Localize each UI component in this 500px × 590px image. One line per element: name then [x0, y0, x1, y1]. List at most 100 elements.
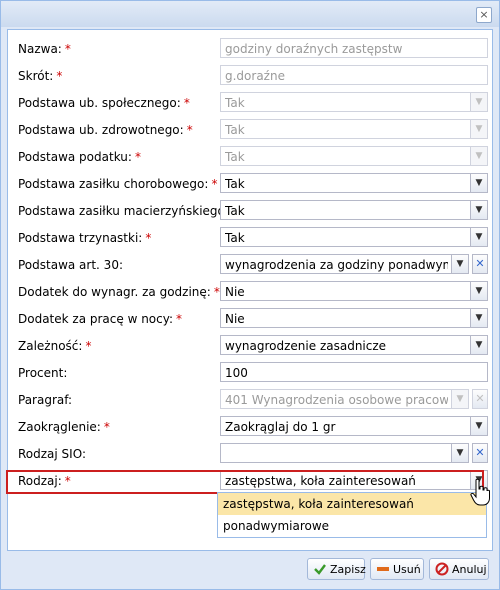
field-label-text: Dodatek do wynagr. za godzinę:	[18, 285, 211, 299]
combo-field[interactable]: Zaokrąglaj do 1 gr ▼	[220, 416, 488, 436]
field-label: Rodzaj SIO:	[18, 447, 86, 461]
combo-field: 401 Wynagrodzenia osobowe pracowników▼	[220, 389, 469, 409]
form-row: Podstawa zasiłku chorobowego: * Tak ▼	[12, 173, 488, 197]
field-label-text: Podstawa ub. zdrowotnego:	[18, 123, 184, 137]
required-asterisk: *	[186, 123, 193, 137]
field-label: Zaokrąglenie: *	[18, 420, 110, 434]
combo-field[interactable]: wynagrodzenia za godziny ponadwymiarowe▼	[220, 254, 469, 274]
field-label-text: Zależność:	[18, 339, 83, 353]
required-asterisk: *	[103, 420, 110, 434]
field-value: wynagrodzenia za godziny ponadwymiarowe	[225, 258, 448, 272]
dropdown-arrow-icon: ▼	[451, 390, 468, 408]
save-button-label: Zapisz	[330, 563, 366, 576]
combo-field: Tak ▼	[220, 92, 488, 112]
cancel-button-label: Anuluj	[452, 563, 487, 576]
field-label: Podstawa ub. społecznego: *	[18, 96, 190, 110]
required-asterisk: *	[211, 177, 218, 191]
form-row: Podstawa ub. społecznego: * Tak ▼	[12, 92, 488, 116]
form-row: Skrót: * g.doraźne	[12, 65, 488, 89]
field-label: Procent:	[18, 366, 67, 380]
dropdown-arrow-icon: ▼	[470, 147, 487, 165]
close-icon[interactable]: ×	[476, 7, 492, 23]
dropdown-arrow-icon[interactable]: ▼	[451, 255, 468, 273]
field-value: Zaokrąglaj do 1 gr	[225, 420, 336, 434]
dropdown-arrow-icon: ▼	[470, 93, 487, 111]
combo-field[interactable]: Nie ▼	[220, 308, 488, 328]
field-label: Skrót: *	[18, 69, 62, 83]
form-row: Nazwa: * godziny doraźnych zastępstw	[12, 38, 488, 62]
field-value: godziny doraźnych zastępstw	[225, 42, 403, 56]
field-label-text: Podstawa ub. społecznego:	[18, 96, 181, 110]
field-value: 100	[225, 366, 248, 380]
form-row: Zaokrąglenie: * Zaokrąglaj do 1 gr ▼	[12, 416, 488, 440]
rodzaj-dropdown-list[interactable]: zastępstwa, koła zainteresowań ponadwymi…	[217, 492, 487, 538]
dropdown-arrow-icon[interactable]: ▼	[470, 228, 487, 246]
dropdown-option[interactable]: ponadwymiarowe	[218, 515, 486, 537]
field-label-text: Dodatek za pracę w nocy:	[18, 312, 174, 326]
combo-field[interactable]: Tak ▼	[220, 173, 488, 193]
field-label: Podstawa ub. zdrowotnego: *	[18, 123, 193, 137]
field-label: Podstawa trzynastki: *	[18, 231, 151, 245]
required-asterisk: *	[85, 339, 92, 353]
field-label: Zależność: *	[18, 339, 91, 353]
dropdown-arrow-icon[interactable]: ▼	[470, 282, 487, 300]
dropdown-arrow-icon[interactable]: ▼	[470, 174, 487, 192]
form-row: Podstawa trzynastki: * Tak ▼	[12, 227, 488, 251]
field-value: Tak	[225, 204, 245, 218]
form-row: Podstawa zasiłku macierzyńskiego:*Tak ▼	[12, 200, 488, 224]
form-row: Procent: 100	[12, 362, 488, 386]
field-label: Podstawa art. 30:	[18, 258, 123, 272]
form-row: Zależność: * wynagrodzenie zasadnicze ▼	[12, 335, 488, 359]
dropdown-arrow-icon[interactable]: ▼	[470, 336, 487, 354]
combo-field[interactable]: ▼	[220, 443, 469, 463]
field-label: Nazwa: *	[18, 42, 71, 56]
combo-field[interactable]: wynagrodzenie zasadnicze ▼	[220, 335, 488, 355]
cancel-button[interactable]: Anuluj	[429, 558, 489, 580]
field-value: 401 Wynagrodzenia osobowe pracowników	[225, 393, 448, 407]
hand-cursor-icon	[470, 478, 490, 506]
required-asterisk: *	[213, 285, 220, 299]
form-row: Dodatek za pracę w nocy: * Nie ▼	[12, 308, 488, 332]
required-asterisk: *	[176, 312, 183, 326]
form-row: Podstawa art. 30: wynagrodzenia za godzin…	[12, 254, 488, 278]
dropdown-arrow-icon[interactable]: ▼	[470, 201, 487, 219]
field-value: Tak	[225, 231, 245, 245]
combo-field[interactable]: Tak ▼	[220, 227, 488, 247]
form-row: Podstawa ub. zdrowotnego: * Tak ▼	[12, 119, 488, 143]
field-value: g.doraźne	[225, 69, 285, 83]
combo-field: Tak ▼	[220, 119, 488, 139]
delete-button[interactable]: Usuń	[370, 558, 424, 580]
field-label-text: Zaokrąglenie:	[18, 420, 101, 434]
combo-field[interactable]: Nie ▼	[220, 281, 488, 301]
delete-button-label: Usuń	[393, 563, 421, 576]
field-label-text: Rodzaj SIO:	[18, 447, 86, 461]
combo-field: Tak ▼	[220, 146, 488, 166]
form-row: Paragraf: 401 Wynagrodzenia osobowe praco…	[12, 389, 488, 413]
field-label-text: Podstawa podatku:	[18, 150, 132, 164]
field-value: Nie	[225, 285, 245, 299]
field-label-text: Podstawa zasiłku macierzyńskiego:	[18, 204, 229, 218]
field-label: Paragraf:	[18, 393, 72, 407]
dropdown-arrow-icon[interactable]: ▼	[470, 417, 487, 435]
text-field: godziny doraźnych zastępstw	[220, 38, 488, 58]
text-field[interactable]: 100	[220, 362, 488, 382]
dropdown-arrow-icon[interactable]: ▼	[451, 444, 468, 462]
field-label: Dodatek do wynagr. za godzinę: *	[18, 285, 220, 299]
field-label: Podstawa zasiłku macierzyńskiego:*	[18, 204, 238, 218]
dropdown-option[interactable]: zastępstwa, koła zainteresowań	[218, 493, 486, 515]
required-asterisk: *	[64, 42, 71, 56]
field-value: Tak	[225, 123, 245, 137]
required-asterisk: *	[145, 231, 152, 245]
clear-icon: ✕	[472, 389, 488, 409]
clear-icon[interactable]: ✕	[472, 443, 488, 463]
minus-icon	[377, 567, 389, 571]
cancel-icon	[435, 562, 449, 576]
dropdown-arrow-icon[interactable]: ▼	[470, 309, 487, 327]
form-row: Dodatek do wynagr. za godzinę: * Nie ▼	[12, 281, 488, 305]
clear-icon[interactable]: ✕	[472, 254, 488, 274]
required-asterisk: *	[134, 150, 141, 164]
required-asterisk: *	[183, 96, 190, 110]
combo-field[interactable]: Tak ▼	[220, 200, 488, 220]
save-button[interactable]: Zapisz	[307, 558, 366, 580]
field-label-text: Podstawa trzynastki:	[18, 231, 143, 245]
